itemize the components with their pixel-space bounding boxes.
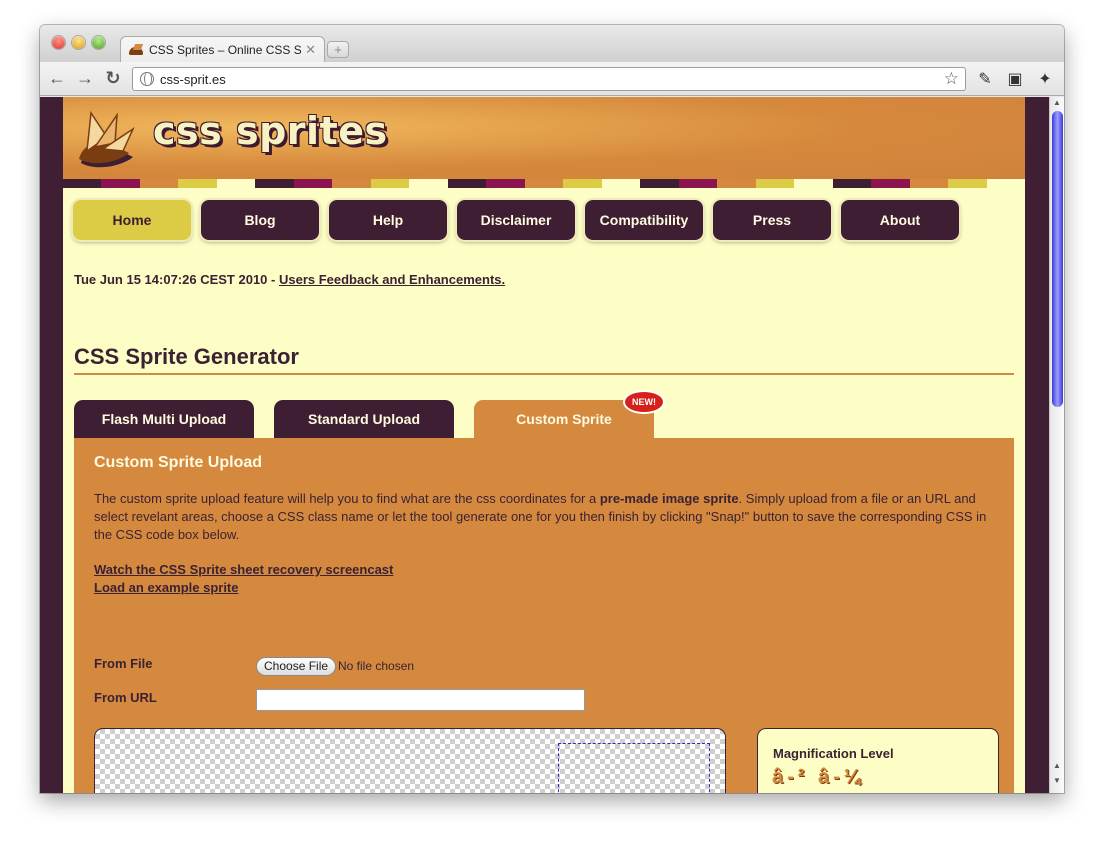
browser-tab[interactable]: CSS Sprites – Online CSS Spr ✕ bbox=[120, 36, 325, 63]
vertical-scrollbar[interactable]: ▲ ▲ ▼ bbox=[1049, 97, 1064, 793]
title-divider bbox=[74, 373, 1014, 375]
wrench-icon[interactable]: ✦ bbox=[1035, 69, 1055, 89]
description-bold: pre-made image sprite bbox=[599, 491, 739, 506]
browser-toolbar: ← → ↻ css-sprit.es ☆ ✎ ▣ ✦ bbox=[40, 62, 1064, 96]
new-badge: NEW! bbox=[625, 392, 663, 412]
stripe-segment bbox=[178, 179, 217, 188]
stripe-segment bbox=[486, 179, 525, 188]
screencast-link[interactable]: Watch the CSS Sprite sheet recovery scre… bbox=[94, 562, 393, 577]
zoom-window-button[interactable] bbox=[92, 36, 105, 49]
sprite-canvas[interactable] bbox=[94, 728, 726, 793]
tab-title: CSS Sprites – Online CSS Spr bbox=[149, 43, 302, 57]
example-sprite-link[interactable]: Load an example sprite bbox=[94, 580, 239, 595]
dateline: Tue Jun 15 14:07:26 CEST 2010 - Users Fe… bbox=[74, 272, 505, 287]
stripe-segment bbox=[601, 179, 641, 188]
magnification-title: Magnification Level bbox=[773, 746, 894, 761]
stripe-segment bbox=[447, 179, 487, 188]
minimize-window-button[interactable] bbox=[72, 36, 85, 49]
close-window-button[interactable] bbox=[52, 36, 65, 49]
from-file-label: From File bbox=[94, 656, 153, 671]
scroll-up-arrow-bottom[interactable]: ▲ bbox=[1050, 761, 1064, 770]
stripe-segment bbox=[216, 179, 256, 188]
nav-home-button[interactable]: Home bbox=[73, 200, 191, 240]
tab-flash-multi-upload[interactable]: Flash Multi Upload bbox=[74, 400, 254, 438]
back-button[interactable]: ← bbox=[47, 68, 67, 88]
stripe-segment bbox=[717, 179, 756, 188]
forward-button[interactable]: → bbox=[75, 68, 95, 88]
stripe-segment bbox=[255, 179, 294, 188]
tag-icon[interactable]: ▣ bbox=[1005, 69, 1025, 89]
selection-rectangle[interactable] bbox=[558, 743, 710, 793]
stripe-segment bbox=[409, 179, 448, 188]
reload-button[interactable]: ↻ bbox=[103, 68, 123, 88]
address-bar[interactable]: css-sprit.es ☆ bbox=[132, 67, 966, 91]
feedback-link[interactable]: Users Feedback and Enhancements. bbox=[279, 272, 505, 287]
no-file-text: No file chosen bbox=[338, 659, 415, 673]
globe-icon bbox=[140, 72, 154, 86]
new-tab-button[interactable]: + bbox=[327, 41, 349, 58]
nav-about-button[interactable]: About bbox=[841, 200, 959, 240]
scroll-up-arrow[interactable]: ▲ bbox=[1050, 98, 1064, 107]
stripe-segment bbox=[293, 179, 333, 188]
stripe-segment bbox=[832, 179, 872, 188]
stripe-segment bbox=[871, 179, 910, 188]
description-part-1: The custom sprite upload feature will he… bbox=[94, 491, 600, 506]
stripe-segment bbox=[370, 179, 410, 188]
main-nav: Home Blog Help Disclaimer Compatibility Press… bbox=[73, 200, 959, 240]
stripe-segment bbox=[101, 179, 140, 188]
stripe-segment bbox=[524, 179, 564, 188]
nav-compatibility-button[interactable]: Compatibility bbox=[585, 200, 703, 240]
url-text[interactable]: css-sprit.es bbox=[160, 72, 944, 87]
magnification-controls[interactable]: â-² â-¼ bbox=[772, 766, 864, 789]
page-content: css sprites Home Blog Help Disclaimer Compat… bbox=[63, 97, 1026, 793]
tab-close-icon[interactable]: ✕ bbox=[305, 42, 316, 58]
stripe-segment bbox=[563, 179, 602, 188]
stripe-segment bbox=[986, 179, 1026, 188]
url-input[interactable] bbox=[256, 689, 585, 711]
stripe-segment bbox=[794, 179, 833, 188]
browser-window: CSS Sprites – Online CSS Spr ✕ + ← → ↻ c… bbox=[40, 25, 1064, 793]
nav-blog-button[interactable]: Blog bbox=[201, 200, 319, 240]
nav-disclaimer-button[interactable]: Disclaimer bbox=[457, 200, 575, 240]
page-viewport: css sprites Home Blog Help Disclaimer Compat… bbox=[40, 97, 1049, 793]
stripe-segment bbox=[139, 179, 179, 188]
pen-tool-icon[interactable]: ✎ bbox=[975, 69, 995, 89]
favicon-icon bbox=[129, 44, 145, 56]
bookmark-star-icon[interactable]: ☆ bbox=[944, 69, 959, 89]
tab-standard-upload[interactable]: Standard Upload bbox=[274, 400, 454, 438]
page-title: CSS Sprite Generator bbox=[74, 344, 299, 369]
stripe-segment bbox=[640, 179, 679, 188]
date-text: Tue Jun 15 14:07:26 CEST 2010 - bbox=[74, 272, 279, 287]
stripe-segment bbox=[948, 179, 987, 188]
site-banner: css sprites bbox=[63, 97, 1025, 179]
scroll-thumb[interactable] bbox=[1052, 111, 1063, 407]
title-bar: CSS Sprites – Online CSS Spr ✕ + bbox=[40, 25, 1064, 63]
panel-description: The custom sprite upload feature will he… bbox=[94, 490, 1004, 544]
custom-sprite-panel: Custom Sprite Upload The custom sprite u… bbox=[74, 438, 1014, 793]
stripe-segment bbox=[755, 179, 795, 188]
stripe-segment bbox=[909, 179, 949, 188]
choose-file-button[interactable]: Choose File bbox=[256, 657, 337, 676]
nav-help-button[interactable]: Help bbox=[329, 200, 447, 240]
stripe-segment bbox=[678, 179, 718, 188]
magnification-box: Magnification Level â-² â-¼ bbox=[757, 728, 999, 793]
scroll-down-arrow[interactable]: ▼ bbox=[1050, 776, 1064, 785]
nav-press-button[interactable]: Press bbox=[713, 200, 831, 240]
stripe-segment bbox=[332, 179, 371, 188]
logo-text[interactable]: css sprites bbox=[153, 109, 388, 153]
logo-leaf-icon bbox=[79, 110, 135, 168]
panel-title: Custom Sprite Upload bbox=[94, 454, 263, 471]
from-url-label: From URL bbox=[94, 690, 157, 705]
color-stripe-bar bbox=[63, 179, 1026, 188]
stripe-segment bbox=[63, 179, 102, 188]
